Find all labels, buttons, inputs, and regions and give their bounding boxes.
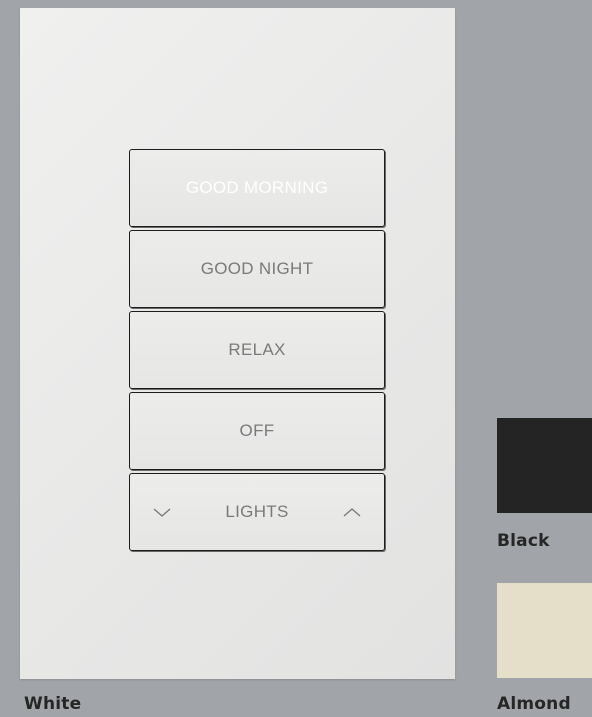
good-night-label: GOOD NIGHT (200, 259, 314, 278)
off-label: OFF (239, 421, 275, 440)
good-morning-button[interactable]: GOOD MORNING (129, 149, 385, 227)
white-wallplate: GOOD MORNING GOOD NIGHT RELAX OFF LIGHTS (20, 8, 455, 679)
good-morning-label: GOOD MORNING (185, 178, 329, 197)
off-button[interactable]: OFF (129, 392, 385, 470)
relax-button[interactable]: RELAX (129, 311, 385, 389)
black-finish-label: Black (497, 531, 550, 551)
lights-label: LIGHTS (225, 502, 289, 521)
lights-rocker-button[interactable]: LIGHTS (129, 473, 385, 551)
scene-keypad: GOOD MORNING GOOD NIGHT RELAX OFF LIGHTS (129, 149, 387, 554)
relax-label: RELAX (228, 340, 286, 359)
almond-finish-swatch[interactable] (497, 583, 592, 678)
chevron-down-icon[interactable] (152, 506, 172, 518)
white-finish-label: White (24, 694, 82, 714)
good-night-button[interactable]: GOOD NIGHT (129, 230, 385, 308)
black-finish-swatch[interactable] (497, 418, 592, 513)
almond-finish-label: Almond (497, 694, 571, 714)
chevron-up-icon[interactable] (342, 506, 362, 518)
